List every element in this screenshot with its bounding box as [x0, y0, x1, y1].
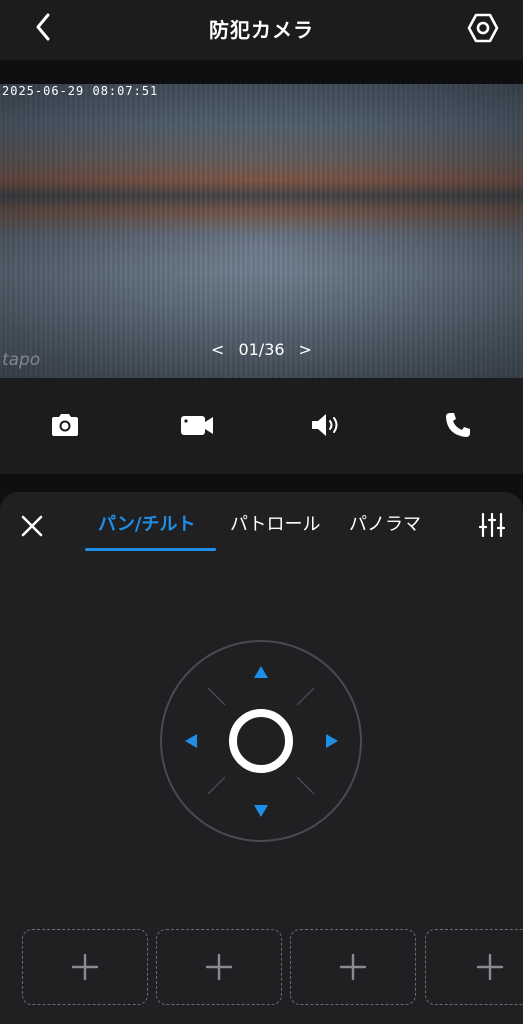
- add-preset-button[interactable]: [290, 929, 416, 1005]
- pager-prev-button[interactable]: <: [197, 340, 238, 359]
- speaker-icon: [312, 414, 338, 436]
- tab-patrol[interactable]: パトロール: [230, 510, 321, 536]
- screenshot-button[interactable]: [40, 400, 90, 450]
- plus-icon: [339, 953, 367, 981]
- camera-live-view[interactable]: [0, 84, 523, 378]
- tab-panorama[interactable]: パノラマ: [349, 510, 421, 536]
- page-title: 防犯カメラ: [209, 18, 314, 42]
- gear-hexagon-icon: [467, 13, 499, 43]
- phone-icon: [446, 413, 470, 437]
- tab-pan-tilt[interactable]: パン/チルト: [98, 510, 195, 536]
- camera-pager: < 01/36 >: [0, 340, 523, 359]
- ptz-joystick[interactable]: [159, 639, 363, 843]
- add-preset-button[interactable]: [22, 929, 148, 1005]
- tab-active-indicator: [85, 548, 216, 551]
- talk-button[interactable]: [433, 400, 483, 450]
- close-icon: [21, 515, 43, 537]
- pager-next-button[interactable]: >: [285, 340, 326, 359]
- video-camera-icon: [181, 416, 213, 435]
- top-bar: 防犯カメラ: [0, 0, 523, 60]
- record-button[interactable]: [172, 400, 222, 450]
- pan-down-arrow-icon[interactable]: [253, 804, 269, 818]
- pan-up-arrow-icon[interactable]: [253, 665, 269, 679]
- camera-icon: [52, 414, 78, 436]
- pan-right-arrow-icon[interactable]: [325, 733, 339, 749]
- video-timestamp: 2025-06-29 08:07:51: [2, 84, 159, 98]
- speaker-button[interactable]: [301, 400, 351, 450]
- close-panel-button[interactable]: [16, 510, 48, 542]
- add-preset-button[interactable]: [425, 929, 523, 1005]
- plus-icon: [71, 953, 99, 981]
- settings-button[interactable]: [465, 10, 501, 46]
- pager-count: 01/36: [238, 340, 285, 359]
- pan-left-arrow-icon[interactable]: [184, 733, 198, 749]
- add-preset-button[interactable]: [156, 929, 282, 1005]
- plus-icon: [205, 953, 233, 981]
- control-bar: [0, 378, 523, 474]
- plus-icon: [476, 953, 503, 981]
- sliders-icon: [479, 512, 505, 538]
- ptz-settings-button[interactable]: [477, 510, 507, 540]
